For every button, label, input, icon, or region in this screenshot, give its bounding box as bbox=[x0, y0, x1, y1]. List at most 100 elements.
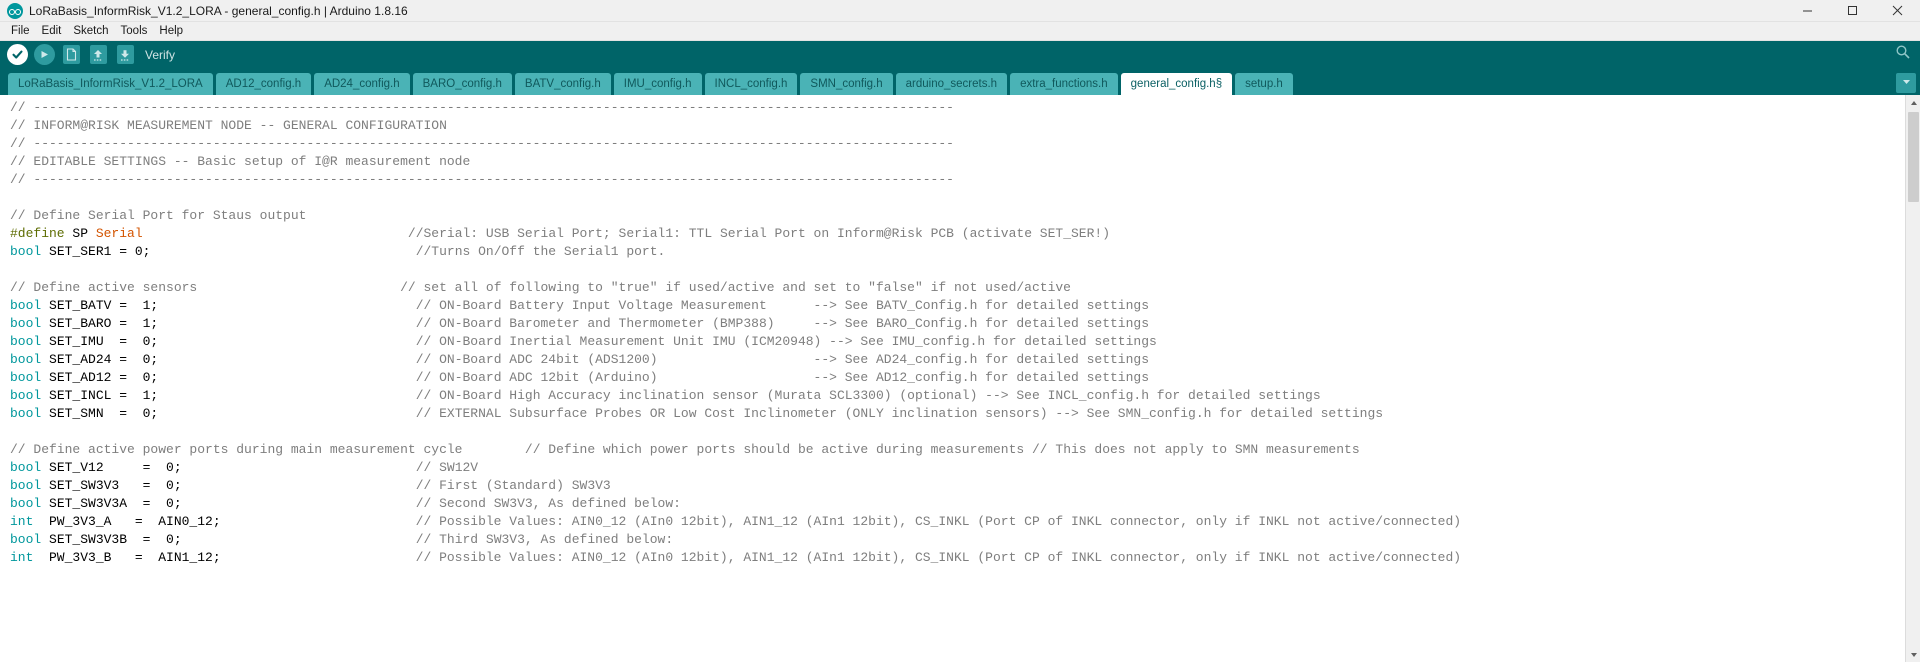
code-line: // EDITABLE SETTINGS -- Basic setup of I… bbox=[10, 153, 1905, 171]
code-token: // SW12V bbox=[416, 460, 478, 475]
code-line: #define SP Serial //Serial: USB Serial P… bbox=[10, 225, 1905, 243]
code-token: // ON-Board Inertial Measurement Unit IM… bbox=[416, 334, 1157, 349]
code-line: // Define active sensors // set all of f… bbox=[10, 279, 1905, 297]
verify-button[interactable] bbox=[4, 43, 30, 67]
tab-list-menu-button[interactable] bbox=[1896, 73, 1916, 93]
tab-batv-config[interactable]: BATV_config.h bbox=[515, 73, 611, 95]
code-token: #define bbox=[10, 226, 65, 241]
code-token: // set all of following to "true" if use… bbox=[400, 280, 1071, 295]
code-line: bool SET_AD12 = 0; // ON-Board ADC 12bit… bbox=[10, 369, 1905, 387]
code-line bbox=[10, 261, 1905, 279]
code-line bbox=[10, 423, 1905, 441]
code-token: // Second SW3V3, As defined below: bbox=[416, 496, 681, 511]
triangle-up-icon[interactable] bbox=[1906, 95, 1920, 110]
editor-area: // -------------------------------------… bbox=[0, 95, 1920, 662]
code-token bbox=[197, 280, 400, 295]
code-line: int PW_3V3_A = AIN0_12; // Possible Valu… bbox=[10, 513, 1905, 531]
menu-item-sketch[interactable]: Sketch bbox=[67, 24, 114, 38]
code-line: bool SET_AD24 = 0; // ON-Board ADC 24bit… bbox=[10, 351, 1905, 369]
menu-bar: File Edit Sketch Tools Help bbox=[0, 22, 1920, 41]
code-editor[interactable]: // -------------------------------------… bbox=[0, 95, 1905, 662]
code-line: bool SET_INCL = 1; // ON-Board High Accu… bbox=[10, 387, 1905, 405]
code-token: PW_3V3_A = AIN0_12; bbox=[33, 514, 415, 529]
code-token: bool bbox=[10, 316, 41, 331]
tab-incl-config[interactable]: INCL_config.h bbox=[705, 73, 798, 95]
menu-item-tools[interactable]: Tools bbox=[115, 24, 154, 38]
code-token: bool bbox=[10, 388, 41, 403]
code-token: // ON-Board ADC 24bit (ADS1200) --> See … bbox=[416, 352, 1149, 367]
close-button[interactable] bbox=[1875, 0, 1920, 21]
code-token: bool bbox=[10, 352, 41, 367]
tab-extra-functions[interactable]: extra_functions.h bbox=[1010, 73, 1118, 95]
triangle-down-icon[interactable] bbox=[1906, 647, 1920, 662]
code-token: bool bbox=[10, 370, 41, 385]
code-line: // Define active power ports during main… bbox=[10, 441, 1905, 459]
tab-lorabasis-informrisk[interactable]: LoRaBasis_InformRisk_V1.2_LORA bbox=[8, 73, 213, 95]
code-token: // EDITABLE SETTINGS -- Basic setup of I… bbox=[10, 154, 470, 169]
code-token: // EXTERNAL Subsurface Probes OR Low Cos… bbox=[416, 406, 1383, 421]
tab-arduino-secrets[interactable]: arduino_secrets.h bbox=[896, 73, 1007, 95]
tab-ad12-config[interactable]: AD12_config.h bbox=[216, 73, 311, 95]
window-title: LoRaBasis_InformRisk_V1.2_LORA - general… bbox=[29, 4, 408, 18]
code-line: // INFORM@RISK MEASUREMENT NODE -- GENER… bbox=[10, 117, 1905, 135]
new-file-icon bbox=[63, 45, 80, 64]
tab-general-config[interactable]: general_config.h§ bbox=[1121, 73, 1232, 95]
scrollbar-thumb[interactable] bbox=[1908, 112, 1919, 202]
code-token: SET_BARO = 1; bbox=[41, 316, 415, 331]
code-token: SET_SER1 = 0; bbox=[41, 244, 415, 259]
code-token: SET_INCL = 1; bbox=[41, 388, 415, 403]
toolbar-status-label: Verify bbox=[145, 48, 175, 62]
code-token: // Define Serial Port for Staus output bbox=[10, 208, 306, 223]
code-token: // ON-Board Barometer and Thermometer (B… bbox=[416, 316, 1149, 331]
code-token: // Define active power ports during main… bbox=[10, 442, 462, 457]
code-token: // Possible Values: AIN0_12 (AIn0 12bit)… bbox=[416, 514, 1461, 529]
tab-ad24-config[interactable]: AD24_config.h bbox=[314, 73, 409, 95]
code-token: SET_SMN = 0; bbox=[41, 406, 415, 421]
code-line: // Define Serial Port for Staus output bbox=[10, 207, 1905, 225]
code-token: bool bbox=[10, 244, 41, 259]
code-line: bool SET_SW3V3 = 0; // First (Standard) … bbox=[10, 477, 1905, 495]
open-button[interactable] bbox=[85, 43, 111, 67]
code-line: bool SET_SW3V3B = 0; // Third SW3V3, As … bbox=[10, 531, 1905, 549]
tab-bar: LoRaBasis_InformRisk_V1.2_LORA AD12_conf… bbox=[0, 68, 1920, 95]
code-token: SET_BATV = 1; bbox=[41, 298, 415, 313]
menu-item-help[interactable]: Help bbox=[153, 24, 189, 38]
tab-baro-config[interactable]: BARO_config.h bbox=[413, 73, 512, 95]
arrow-right-icon bbox=[34, 44, 55, 65]
minimize-button[interactable] bbox=[1785, 0, 1830, 21]
code-token: // Possible Values: AIN0_12 (AIn0 12bit)… bbox=[416, 550, 1461, 565]
code-line bbox=[10, 189, 1905, 207]
code-token: bool bbox=[10, 298, 41, 313]
code-token bbox=[462, 442, 524, 457]
code-token: // ON-Board High Accuracy inclination se… bbox=[416, 388, 1321, 403]
code-line: bool SET_BARO = 1; // ON-Board Barometer… bbox=[10, 315, 1905, 333]
code-token: bool bbox=[10, 478, 41, 493]
editor-vertical-scrollbar[interactable] bbox=[1905, 95, 1920, 662]
arrow-up-icon bbox=[90, 45, 107, 64]
code-token: SET_SW3V3 = 0; bbox=[41, 478, 415, 493]
tab-imu-config[interactable]: IMU_config.h bbox=[614, 73, 702, 95]
code-token: int bbox=[10, 514, 33, 529]
code-token: bool bbox=[10, 532, 41, 547]
code-line: bool SET_SMN = 0; // EXTERNAL Subsurface… bbox=[10, 405, 1905, 423]
code-line: bool SET_SER1 = 0; //Turns On/Off the Se… bbox=[10, 243, 1905, 261]
arrow-down-icon bbox=[117, 45, 134, 64]
save-button[interactable] bbox=[112, 43, 138, 67]
code-line: // -------------------------------------… bbox=[10, 99, 1905, 117]
code-token: bool bbox=[10, 460, 41, 475]
code-token: SET_SW3V3A = 0; bbox=[41, 496, 415, 511]
tab-smn-config[interactable]: SMN_config.h bbox=[800, 73, 892, 95]
checkmark-icon bbox=[7, 44, 28, 65]
code-token: bool bbox=[10, 334, 41, 349]
menu-item-file[interactable]: File bbox=[5, 24, 36, 38]
arduino-infinity-icon bbox=[7, 3, 23, 19]
maximize-button[interactable] bbox=[1830, 0, 1875, 21]
new-button[interactable] bbox=[58, 43, 84, 67]
upload-button[interactable] bbox=[31, 43, 57, 67]
serial-monitor-button[interactable] bbox=[1892, 44, 1914, 66]
tab-setup[interactable]: setup.h bbox=[1235, 73, 1293, 95]
menu-item-edit[interactable]: Edit bbox=[36, 24, 68, 38]
code-token: SET_IMU = 0; bbox=[41, 334, 415, 349]
code-token: // Define active sensors bbox=[10, 280, 197, 295]
magnifier-icon bbox=[1895, 44, 1911, 65]
